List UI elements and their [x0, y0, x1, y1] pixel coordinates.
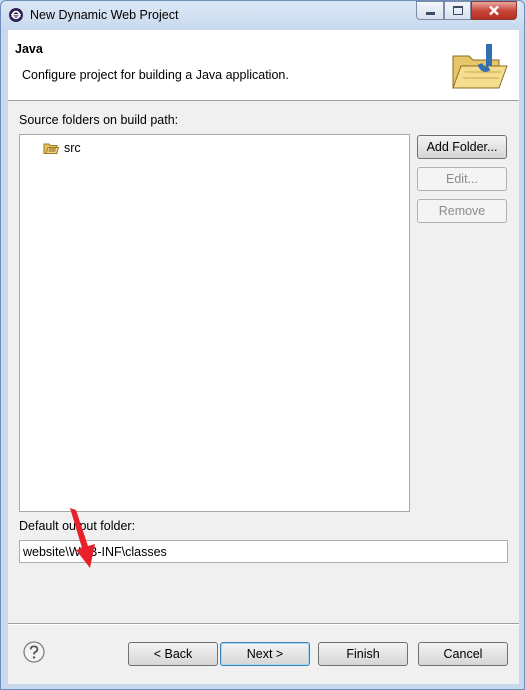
source-folders-label: Source folders on build path:	[19, 113, 179, 127]
window-title: New Dynamic Web Project	[30, 8, 179, 22]
list-item[interactable]: src	[43, 139, 81, 157]
add-folder-button[interactable]: Add Folder...	[417, 135, 507, 159]
back-button[interactable]: < Back	[128, 642, 218, 666]
source-folders-list[interactable]: src	[19, 134, 410, 512]
help-icon[interactable]	[23, 641, 45, 663]
close-icon	[489, 5, 499, 16]
edit-button[interactable]: Edit...	[417, 167, 507, 191]
close-button[interactable]	[471, 1, 517, 20]
red-annotation-arrow	[70, 508, 95, 568]
next-button[interactable]: Next >	[220, 642, 310, 666]
wizard-header: Java Configure project for building a Ja…	[8, 30, 519, 101]
minimize-icon	[425, 12, 435, 15]
source-folder-name: src	[64, 141, 81, 155]
source-folder-icon	[43, 143, 59, 154]
page-title: Java	[15, 42, 43, 56]
dialog-client-area: Java Configure project for building a Ja…	[8, 30, 519, 684]
maximize-icon	[452, 6, 463, 15]
footer-separator	[8, 623, 519, 625]
page-description: Configure project for building a Java ap…	[22, 68, 289, 82]
java-folder-icon	[452, 44, 508, 89]
cancel-button[interactable]: Cancel	[418, 642, 508, 666]
remove-button[interactable]: Remove	[417, 199, 507, 223]
dialog-window: New Dynamic Web Project Java Configure p…	[0, 0, 525, 690]
eclipse-app-icon	[9, 8, 23, 22]
finish-button[interactable]: Finish	[318, 642, 408, 666]
minimize-button[interactable]	[416, 1, 444, 20]
title-bar[interactable]: New Dynamic Web Project	[1, 1, 524, 29]
maximize-button[interactable]	[444, 1, 471, 20]
